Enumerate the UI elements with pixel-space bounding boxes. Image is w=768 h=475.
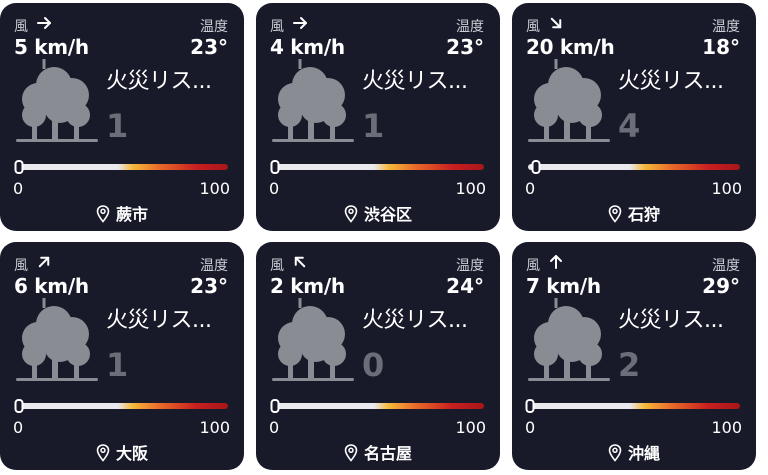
wind-label: 風 <box>14 258 28 274</box>
scale-min-label: 0 <box>269 418 280 437</box>
temperature-label: 温度 <box>712 258 740 274</box>
wind-label: 風 <box>526 19 540 35</box>
scale-max-label: 100 <box>711 418 742 437</box>
fire-risk-scale-bar <box>525 399 740 413</box>
location-pin-icon <box>96 205 110 223</box>
temperature-value: 24° <box>446 274 484 298</box>
fire-risk-card[interactable]: 風 5 km/h 温度 23° 火災リス... 1 0 100 蕨市 <box>0 3 244 231</box>
temperature-label: 温度 <box>200 258 228 274</box>
location-name: 名古屋 <box>363 444 412 463</box>
location-name: 渋谷区 <box>363 205 412 224</box>
wind-label: 風 <box>526 258 540 274</box>
fire-risk-level: 0 <box>362 346 385 384</box>
location-pin-icon <box>608 205 622 223</box>
location[interactable]: 渋谷区 <box>256 201 500 225</box>
wind-speed: 4 km/h <box>270 35 345 59</box>
wind-label: 風 <box>270 19 284 35</box>
forest-icon <box>16 59 98 142</box>
wind-speed: 2 km/h <box>270 274 345 298</box>
wind-label: 風 <box>270 258 284 274</box>
scale-min-label: 0 <box>13 179 24 198</box>
location-name: 蕨市 <box>115 205 148 224</box>
wind-direction-arrow-icon <box>37 17 51 29</box>
wind-direction-arrow-icon <box>550 255 562 269</box>
fire-risk-scale-bar <box>528 160 740 174</box>
wind-speed: 7 km/h <box>526 274 601 298</box>
fire-risk-level: 1 <box>106 107 129 145</box>
temperature-value: 23° <box>190 35 228 59</box>
fire-risk-title: 火災リス... <box>362 69 468 94</box>
fire-risk-marker <box>14 160 24 174</box>
fire-risk-card[interactable]: 風 20 km/h 温度 18° 火災リス... 4 0 100 石狩 <box>512 3 756 231</box>
wind-speed: 5 km/h <box>14 35 89 59</box>
temperature-label: 温度 <box>712 19 740 35</box>
location[interactable]: 沖縄 <box>512 440 756 464</box>
fire-risk-card[interactable]: 風 4 km/h 温度 23° 火災リス... 1 0 100 渋谷区 <box>256 3 500 231</box>
wind-label: 風 <box>14 19 28 35</box>
scale-max-label: 100 <box>711 179 742 198</box>
location[interactable]: 名古屋 <box>256 440 500 464</box>
location[interactable]: 大阪 <box>0 440 244 464</box>
fire-risk-level: 4 <box>618 107 641 145</box>
fire-risk-marker <box>270 160 280 174</box>
location[interactable]: 石狩 <box>512 201 756 225</box>
fire-risk-level: 1 <box>362 107 385 145</box>
scale-max-label: 100 <box>199 179 230 198</box>
location-pin-icon <box>344 205 358 223</box>
temperature-label: 温度 <box>456 19 484 35</box>
location-pin-icon <box>96 444 110 462</box>
forest-icon <box>16 298 98 381</box>
fire-risk-title: 火災リス... <box>362 308 468 333</box>
temperature-label: 温度 <box>456 258 484 274</box>
fire-risk-title: 火災リス... <box>618 69 724 94</box>
fire-risk-title: 火災リス... <box>106 69 212 94</box>
fire-risk-title: 火災リス... <box>618 308 724 333</box>
temperature-value: 23° <box>446 35 484 59</box>
temperature-value: 23° <box>190 274 228 298</box>
scale-max-label: 100 <box>455 418 486 437</box>
forest-icon <box>272 298 354 381</box>
scale-max-label: 100 <box>455 179 486 198</box>
wind-direction-arrow-icon <box>550 17 562 29</box>
scale-min-label: 0 <box>13 418 24 437</box>
wind-direction-arrow-icon <box>293 17 307 29</box>
fire-risk-marker <box>531 160 541 174</box>
fire-risk-level: 1 <box>106 346 129 384</box>
fire-risk-marker <box>14 399 24 413</box>
fire-risk-scale-bar <box>14 399 228 413</box>
fire-risk-card[interactable]: 風 7 km/h 温度 29° 火災リス... 2 0 100 沖縄 <box>512 242 756 470</box>
temperature-value: 18° <box>702 35 740 59</box>
fire-risk-scale-bar <box>270 160 484 174</box>
forest-icon <box>528 298 610 381</box>
location-name: 石狩 <box>627 205 660 224</box>
location[interactable]: 蕨市 <box>0 201 244 225</box>
wind-speed: 20 km/h <box>526 35 615 59</box>
location-pin-icon <box>344 444 358 462</box>
fire-risk-scale-bar <box>14 160 228 174</box>
fire-risk-card[interactable]: 風 6 km/h 温度 23° 火災リス... 1 0 100 大阪 <box>0 242 244 470</box>
fire-risk-card[interactable]: 風 2 km/h 温度 24° 火災リス... 0 0 100 名古屋 <box>256 242 500 470</box>
wind-direction-arrow-icon <box>38 256 50 268</box>
temperature-value: 29° <box>702 274 740 298</box>
scale-min-label: 0 <box>525 179 536 198</box>
fire-risk-marker <box>270 399 280 413</box>
location-name: 沖縄 <box>627 444 660 463</box>
wind-speed: 6 km/h <box>14 274 89 298</box>
wind-direction-arrow-icon <box>294 256 306 268</box>
location-pin-icon <box>608 444 622 462</box>
forest-icon <box>528 59 610 142</box>
temperature-label: 温度 <box>200 19 228 35</box>
scale-min-label: 0 <box>525 418 536 437</box>
fire-risk-level: 2 <box>618 346 641 384</box>
fire-risk-marker <box>525 399 535 413</box>
scale-max-label: 100 <box>199 418 230 437</box>
fire-risk-title: 火災リス... <box>106 308 212 333</box>
location-name: 大阪 <box>115 444 148 463</box>
forest-icon <box>272 59 354 142</box>
scale-min-label: 0 <box>269 179 280 198</box>
fire-risk-scale-bar <box>270 399 484 413</box>
